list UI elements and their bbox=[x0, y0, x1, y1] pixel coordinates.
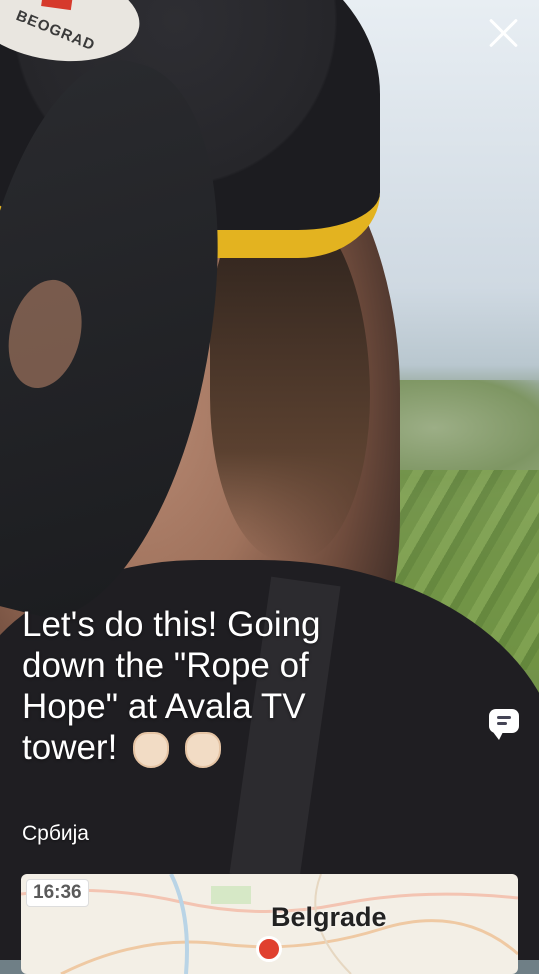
caption-text: tower! bbox=[22, 728, 118, 767]
caption-line: tower! bbox=[22, 727, 402, 768]
video-background: BEOGRAD bbox=[0, 0, 539, 960]
raised-fist-emoji bbox=[133, 731, 170, 768]
glove-opening bbox=[0, 272, 93, 396]
chat-line bbox=[497, 722, 507, 725]
city-label: Belgrade bbox=[271, 902, 387, 932]
map-card[interactable]: 16:36 Belgrade bbox=[21, 874, 518, 974]
helmet-text: BEOGRAD bbox=[13, 7, 98, 55]
time-badge: 16:36 bbox=[26, 879, 89, 907]
close-icon[interactable] bbox=[487, 16, 521, 50]
raised-fist-emoji bbox=[184, 731, 221, 768]
caption-line: down the "Rope of bbox=[22, 646, 309, 685]
location-label: Србија bbox=[22, 822, 89, 845]
chat-bubble-icon[interactable] bbox=[489, 709, 519, 740]
caption-line: Let's do this! Going bbox=[22, 605, 321, 644]
caption-line: Hope" at Avala TV bbox=[22, 687, 306, 726]
broadcast-caption: Let's do this! Going down the "Rope of H… bbox=[22, 604, 402, 768]
chat-line bbox=[497, 716, 511, 719]
badge-logo bbox=[41, 0, 76, 11]
location-pin-icon bbox=[256, 936, 282, 962]
